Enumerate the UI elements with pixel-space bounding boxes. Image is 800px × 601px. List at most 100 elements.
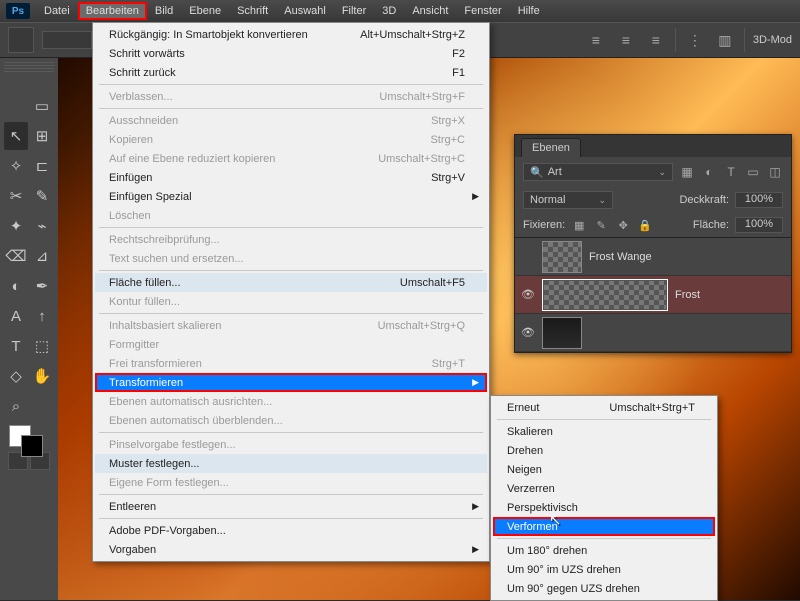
menu-item[interactable]: Verzerren [493,479,715,498]
layout-icon[interactable]: ▥ [714,29,736,51]
fill-field[interactable]: 100% [735,217,783,233]
lock-all-icon[interactable]: 🔒 [637,219,653,232]
lock-pixels-icon[interactable]: ▦ [571,219,587,232]
tool-8[interactable]: ⌁ [30,212,54,240]
mode-label[interactable]: 3D-Mod [753,34,792,46]
filter-smart-icon[interactable]: ◫ [767,165,783,179]
layer-thumbnail[interactable] [543,280,667,310]
menu-item[interactable]: Skalieren [493,422,715,441]
menu-filter[interactable]: Filter [334,2,374,20]
tool-15[interactable]: T [4,332,28,360]
menu-item-label: Eigene Form festlegen... [109,477,465,489]
menu-item-shortcut: F1 [452,67,465,79]
menu-item-label: Um 90° gegen UZS drehen [507,583,695,595]
layer-row[interactable]: 👁 [515,314,791,352]
tool-17[interactable]: ◇ [4,362,28,390]
menu-ansicht[interactable]: Ansicht [404,2,456,20]
layer-thumbnail[interactable] [543,318,581,348]
menu-item[interactable]: Drehen [493,441,715,460]
align-right-icon[interactable]: ≡ [645,29,667,51]
layer-kind-select[interactable]: 🔍 Art ⌄ [523,163,673,181]
menu-item[interactable]: Um 90° gegen UZS drehen [493,579,715,598]
filter-pixels-icon[interactable]: ▦ [679,165,695,179]
tool-6[interactable]: ✎ [30,182,54,210]
layer-row[interactable]: Frost Wange [515,238,791,276]
layer-row[interactable]: 👁Frost [515,276,791,314]
filter-adjust-icon[interactable]: ◐ [701,165,717,179]
tab-layers[interactable]: Ebenen [521,138,581,157]
blend-mode-select[interactable]: Normal ⌄ [523,191,613,209]
tool-9[interactable]: ⌫ [4,242,28,270]
menu-item[interactable]: Rückgängig: In Smartobjekt konvertierenA… [95,25,487,44]
menu-item[interactable]: Um 180° drehen [493,541,715,560]
visibility-icon[interactable]: 👁 [521,288,535,301]
tool-14[interactable]: ↑ [30,302,54,330]
tool-16[interactable]: ⬚ [30,332,54,360]
align-left-icon[interactable]: ≡ [585,29,607,51]
tool-11[interactable]: ◐ [4,272,28,300]
menu-item: Rechtschreibprüfung... [95,230,487,249]
tool-7[interactable]: ✦ [4,212,28,240]
tool-4[interactable]: ⊏ [30,152,54,180]
menu-item[interactable]: Adobe PDF-Vorgaben... [95,521,487,540]
menu-item[interactable]: EinfügenStrg+V [95,168,487,187]
menu-item[interactable]: Entleeren▶ [95,497,487,516]
menu-3d[interactable]: 3D [374,2,404,20]
chevron-down-icon: ⌄ [658,167,666,178]
menu-hilfe[interactable]: Hilfe [510,2,548,20]
menu-fenster[interactable]: Fenster [456,2,509,20]
menu-auswahl[interactable]: Auswahl [276,2,334,20]
menu-item[interactable]: Um 90° im UZS drehen [493,560,715,579]
panel-handle[interactable] [4,62,54,72]
menu-divider [99,518,483,519]
tool-13[interactable]: A [4,302,28,330]
menu-item[interactable]: Schritt vorwärtsF2 [95,44,487,63]
menu-divider [497,538,711,539]
tool-18[interactable]: ✋ [30,362,54,390]
color-swatch[interactable] [4,422,54,458]
menu-bild[interactable]: Bild [147,2,181,20]
menu-item[interactable]: Verformen [493,517,715,536]
menu-item[interactable]: Transformieren▶ [95,373,487,392]
layers-panel: Ebenen 🔍 Art ⌄ ▦ ◐ T ▭ ◫ Normal ⌄ Deckkr… [514,134,792,353]
menu-item[interactable]: Neigen [493,460,715,479]
layer-thumbnail[interactable] [543,242,581,272]
opacity-field[interactable]: 100% [735,192,783,208]
fill-label: Fläche: [693,219,729,231]
menu-datei[interactable]: Datei [36,2,78,20]
menu-item[interactable]: Schritt zurückF1 [95,63,487,82]
menu-item[interactable]: Muster festlegen... [95,454,487,473]
current-tool-icon[interactable] [8,27,34,53]
tool-10[interactable]: ⊿ [30,242,54,270]
tool-12[interactable]: ✒ [30,272,54,300]
menu-item[interactable]: Fläche füllen...Umschalt+F5 [95,273,487,292]
submenu-arrow-icon: ▶ [472,544,479,555]
tool-1[interactable]: ↖ [4,122,28,150]
edit-menu-dropdown: Rückgängig: In Smartobjekt konvertieren A… [92,22,490,562]
menu-bearbeiten[interactable]: Bearbeiten [78,2,147,20]
menu-divider [99,494,483,495]
filter-type-icon[interactable]: T [723,165,739,179]
tool-19[interactable]: ⌕ [4,392,28,420]
menu-schrift[interactable]: Schrift [229,2,276,20]
distribute-icon[interactable]: ⋮ [684,29,706,51]
preset-picker[interactable] [42,31,92,49]
lock-move-icon[interactable]: ✥ [615,219,631,232]
menu-item[interactable]: Einfügen Spezial▶ [95,187,487,206]
align-center-icon[interactable]: ≡ [615,29,637,51]
menu-item[interactable]: Perspektivisch [493,498,715,517]
lock-brush-icon[interactable]: ✎ [593,219,609,232]
menu-item[interactable]: ErneutUmschalt+Strg+T [493,398,715,417]
menu-item[interactable]: Vorgaben▶ [95,540,487,559]
filter-shape-icon[interactable]: ▭ [745,165,761,179]
menu-item-shortcut: Strg+X [431,115,465,127]
tool-2[interactable]: ⊞ [30,122,54,150]
menu-item-label: Formgitter [109,339,465,351]
menu-ebene[interactable]: Ebene [181,2,229,20]
menu-item-label: Rückgängig: In Smartobjekt konvertieren [109,29,360,41]
tool-3[interactable]: ✧ [4,152,28,180]
visibility-icon[interactable]: 👁 [521,326,535,339]
tool-5[interactable]: ✂ [4,182,28,210]
menu-item: Inhaltsbasiert skalierenUmschalt+Strg+Q [95,316,487,335]
tool-0[interactable]: ▭ [30,92,54,120]
